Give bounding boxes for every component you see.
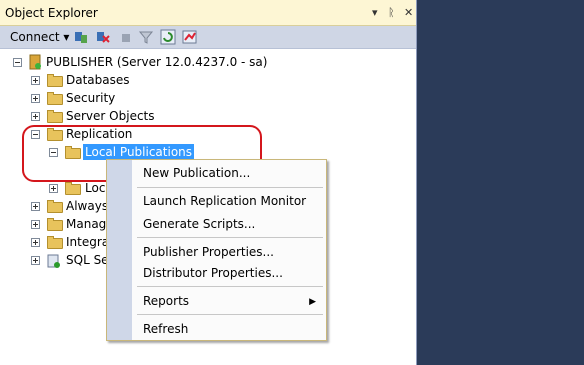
management-label: Manag — [66, 217, 107, 231]
pin-icon[interactable]: ᚱ — [388, 6, 395, 19]
folder-icon — [47, 74, 63, 87]
menu-gutter — [107, 160, 132, 340]
menu-item-launch-replication-monitor[interactable]: Launch Replication Monitor — [143, 194, 306, 208]
folder-icon — [65, 146, 81, 159]
folder-icon — [47, 128, 63, 141]
folder-icon — [47, 200, 63, 213]
expand-icon[interactable] — [31, 238, 40, 247]
folder-icon — [47, 110, 63, 123]
stop-icon[interactable] — [118, 29, 134, 45]
server-icon — [28, 54, 42, 70]
local-publications-label[interactable]: Local Publications — [83, 144, 195, 160]
connect-button[interactable]: Connect ▾ — [10, 30, 69, 44]
submenu-arrow-icon: ▶ — [309, 297, 316, 307]
expand-icon[interactable] — [31, 94, 40, 103]
expand-icon[interactable] — [31, 112, 40, 121]
publisher-label: PUBLISHER (Server 12.0.4237.0 - sa) — [46, 55, 268, 69]
expand-icon[interactable] — [31, 202, 40, 211]
menu-item-distributor-properties[interactable]: Distributor Properties... — [143, 266, 283, 280]
expand-icon[interactable] — [31, 220, 40, 229]
folder-icon — [47, 92, 63, 105]
context-menu: New Publication... Launch Replication Mo… — [106, 159, 327, 341]
folder-icon — [47, 236, 63, 249]
title-bar: Object Explorer ▾ ᚱ ✕ — [0, 0, 416, 26]
disconnect-icon[interactable] — [95, 29, 111, 45]
menu-item-new-publication[interactable]: New Publication... — [143, 166, 250, 180]
collapse-icon[interactable] — [31, 130, 40, 139]
menu-separator — [137, 187, 323, 188]
filter-icon[interactable] — [138, 29, 154, 45]
collapse-icon[interactable] — [13, 58, 22, 67]
connect-server-icon[interactable] — [73, 29, 89, 45]
toolbar: Connect ▾ — [0, 26, 416, 49]
agent-icon — [46, 253, 62, 269]
menu-item-reports[interactable]: Reports — [143, 294, 189, 308]
security-label: Security — [66, 91, 116, 105]
refresh-icon[interactable] — [160, 29, 176, 45]
menu-item-generate-scripts[interactable]: Generate Scripts... — [143, 217, 255, 231]
menu-item-refresh[interactable]: Refresh — [143, 322, 188, 336]
close-icon[interactable]: ✕ — [404, 6, 413, 19]
folder-icon — [47, 218, 63, 231]
replication-label: Replication — [66, 127, 133, 141]
menu-separator — [137, 314, 323, 315]
local-subscriptions-label: Loc — [85, 181, 106, 195]
panel-title: Object Explorer — [5, 6, 98, 20]
alwayson-label: Always — [66, 199, 109, 213]
folder-icon — [65, 182, 81, 195]
expand-icon[interactable] — [31, 76, 40, 85]
collapse-icon[interactable] — [49, 148, 58, 157]
expand-icon[interactable] — [49, 184, 58, 193]
activity-monitor-icon[interactable] — [182, 29, 198, 45]
expand-icon[interactable] — [31, 256, 40, 265]
dropdown-icon[interactable]: ▾ — [372, 6, 378, 19]
menu-separator — [137, 237, 323, 238]
menu-item-publisher-properties[interactable]: Publisher Properties... — [143, 245, 274, 259]
menu-separator — [137, 286, 323, 287]
databases-label: Databases — [66, 73, 130, 87]
server-objects-label: Server Objects — [66, 109, 155, 123]
